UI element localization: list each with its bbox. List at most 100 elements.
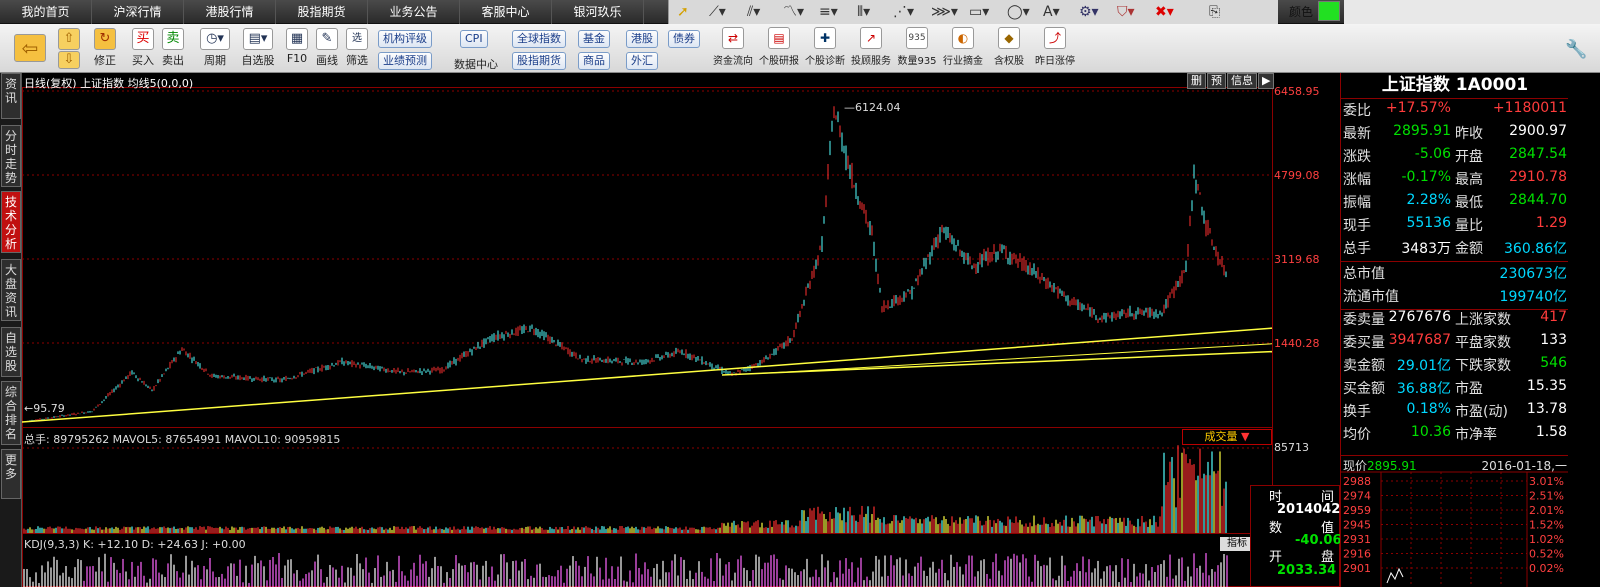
ellipse-tool-icon[interactable]: ◯▾	[1007, 2, 1030, 22]
sell-button[interactable]: 卖 卖出	[158, 28, 188, 70]
index-futures-button[interactable]: 股指期货	[512, 52, 566, 70]
text-tool-icon[interactable]: A▾	[1043, 2, 1060, 22]
limit-up-label: 昨日涨停	[1035, 56, 1075, 67]
quote-v1: 3483万	[1401, 241, 1451, 257]
research-report-button[interactable]: ▤ 个股研报	[756, 27, 802, 71]
quote-l2: 市净率	[1455, 427, 1497, 443]
rights-stock-button[interactable]: ◆ 含权股	[986, 27, 1032, 71]
chart-area[interactable]: 日线(复权) 上证指数 均线5(0,0,0) 删预信息 ▶ 6458.95 479…	[22, 73, 1340, 587]
line-tool-icon[interactable]: ⟋▾	[709, 2, 726, 22]
crosshair-info-box: 时 间 20140428 数 值 -40.06 开 盘 2033.34	[1250, 485, 1349, 587]
chart-tab-forecast[interactable]: 预	[1207, 73, 1226, 89]
forex-button[interactable]: 外汇	[626, 52, 658, 70]
cursor-icon[interactable]: ➚	[677, 2, 689, 22]
price-chart-svg	[22, 87, 1273, 587]
nav-tab-sh-sz[interactable]: 沪深行情	[92, 0, 184, 24]
delete-icon[interactable]: ✖▾	[1155, 2, 1174, 22]
hk-stock-button[interactable]: 港股	[626, 30, 658, 48]
vtab-news[interactable]: 资讯	[1, 73, 21, 119]
color-label: 颜色	[1289, 5, 1314, 19]
wave-tool-icon[interactable]: 〽▾	[783, 2, 804, 22]
f10-label: F10	[286, 52, 308, 65]
back-button[interactable]: ⇦	[12, 34, 48, 76]
buy-button[interactable]: 买 买入	[128, 28, 158, 70]
wrench-icon[interactable]: 🔧	[1565, 39, 1587, 60]
chart-tab-expand[interactable]: ▶	[1258, 73, 1275, 89]
data-center-label[interactable]: 数据中心	[454, 56, 498, 72]
report-icon: ▤	[768, 27, 790, 49]
commodity-button[interactable]: 商品	[578, 52, 610, 70]
quote-v2: 2844.70	[1509, 192, 1567, 208]
mini-chart[interactable]: 现价2895.91 2016-01-18,一 2988 3.01% 2974 2.51…	[1341, 455, 1569, 587]
gear-icon[interactable]: ⚙▾	[1079, 2, 1099, 22]
parallel-line-icon[interactable]: ⫽▾	[747, 2, 760, 22]
institution-rating-button[interactable]: 机构评级	[378, 30, 432, 48]
revise-button[interactable]: ↻ 修正	[90, 28, 120, 70]
watchlist-button[interactable]: ▤▾ 自选股	[238, 28, 278, 70]
mini-chart-svg: 2988 3.01% 2974 2.51% 2959 2.01% 2945 1.52% 2931…	[1341, 471, 1569, 587]
quant-button[interactable]: 935 数量935	[894, 27, 940, 71]
mini-left-tick: 2974	[1343, 490, 1371, 503]
channel-tool-icon[interactable]: ⋙▾	[931, 2, 958, 22]
nav-tab-home[interactable]: 我的首页	[0, 0, 92, 24]
vtab-intraday[interactable]: 分时走势	[1, 125, 21, 187]
chart-mode: 日线(复权)	[24, 77, 77, 90]
volume-selector[interactable]: 成交量 ▼	[1182, 429, 1272, 445]
vtab-news-label: 资讯	[4, 77, 17, 105]
industry-label: 行业摘金	[943, 56, 983, 67]
vtab-ranking[interactable]: 综合排名	[1, 381, 21, 445]
vtab-watchlist[interactable]: 自选股	[1, 327, 21, 377]
sell-label: 卖出	[162, 54, 184, 67]
earnings-forecast-button[interactable]: 业绩预测	[378, 52, 432, 70]
nav-tab-index-futures[interactable]: 股指期货	[276, 0, 368, 24]
up-down-button[interactable]: ⇧ ⇩	[54, 28, 84, 70]
nav-tab-service[interactable]: 客服中心	[460, 0, 552, 24]
quote-l2: 开盘	[1455, 149, 1483, 165]
fund-flow-button[interactable]: ⇄ 资金流向	[710, 27, 756, 71]
nav-tab-hk[interactable]: 港股行情	[184, 0, 276, 24]
quote-v2: 2900.97	[1509, 123, 1567, 139]
nav-tab-fun[interactable]: 银河玖乐	[552, 0, 644, 24]
nav-tab-announcements[interactable]: 业务公告	[368, 0, 460, 24]
volume-selector-label: 成交量	[1204, 430, 1238, 443]
quote-v2: 2910.78	[1509, 169, 1567, 185]
rectangle-tool-icon[interactable]: ▭▾	[969, 2, 989, 22]
advisory-button[interactable]: ↗ 投顾服务	[848, 27, 894, 71]
research-report-label: 个股研报	[759, 56, 799, 67]
stock-diagnosis-button[interactable]: ✚ 个股诊断	[802, 27, 848, 71]
mini-left-tick: 2916	[1343, 548, 1371, 561]
cpi-button[interactable]: CPI	[460, 30, 488, 48]
fan-tool-icon[interactable]: ⋰▾	[893, 2, 914, 22]
f10-button[interactable]: ▦ F10	[282, 28, 312, 70]
vtab-technical[interactable]: 技术分析	[1, 191, 21, 253]
filter-button[interactable]: 选 筛选	[342, 28, 372, 70]
color-swatch[interactable]	[1318, 1, 1340, 21]
rights-icon: ◆	[998, 27, 1020, 49]
copy-icon[interactable]: ⎘	[1209, 2, 1220, 22]
vtab-market-news[interactable]: 大盘资讯	[1, 259, 21, 321]
quote-row: 均价 10.36 市净率 1.58	[1341, 424, 1569, 447]
limit-up-button[interactable]: ⤴ 昨日涨停	[1032, 27, 1078, 71]
industry-icon: ◐	[952, 27, 974, 49]
industry-button[interactable]: ◐ 行业摘金	[940, 27, 986, 71]
quote-v2: 199740亿	[1499, 289, 1567, 305]
fund-button[interactable]: 基金	[578, 30, 610, 48]
chart-tab-delete[interactable]: 删	[1187, 73, 1206, 89]
text-align-icon[interactable]: ≡▾	[819, 2, 838, 22]
vtab-more-label: 更多	[4, 453, 17, 481]
bars-tool-icon[interactable]: ⦀▾	[857, 2, 870, 22]
quote-l1: 振幅	[1343, 195, 1371, 211]
bond-button[interactable]: 债券	[668, 30, 700, 48]
bookmark-icon[interactable]: ⛉▾	[1117, 2, 1135, 22]
chart-tab-info[interactable]: 信息	[1227, 73, 1257, 89]
indicator-button[interactable]: 指标	[1220, 537, 1254, 551]
quote-v1: 55136	[1406, 215, 1451, 231]
draw-button[interactable]: ✎ 画线	[312, 28, 342, 70]
filter-label: 筛选	[346, 54, 368, 67]
quote-l2: 金额	[1455, 241, 1483, 257]
period-button[interactable]: ◷▾ 周期	[198, 28, 232, 70]
vtab-more[interactable]: 更多	[1, 449, 21, 499]
quote-v1: 10.36	[1410, 424, 1451, 440]
global-index-button[interactable]: 全球指数	[512, 30, 566, 48]
quote-v1: 0.18%	[1406, 401, 1451, 417]
